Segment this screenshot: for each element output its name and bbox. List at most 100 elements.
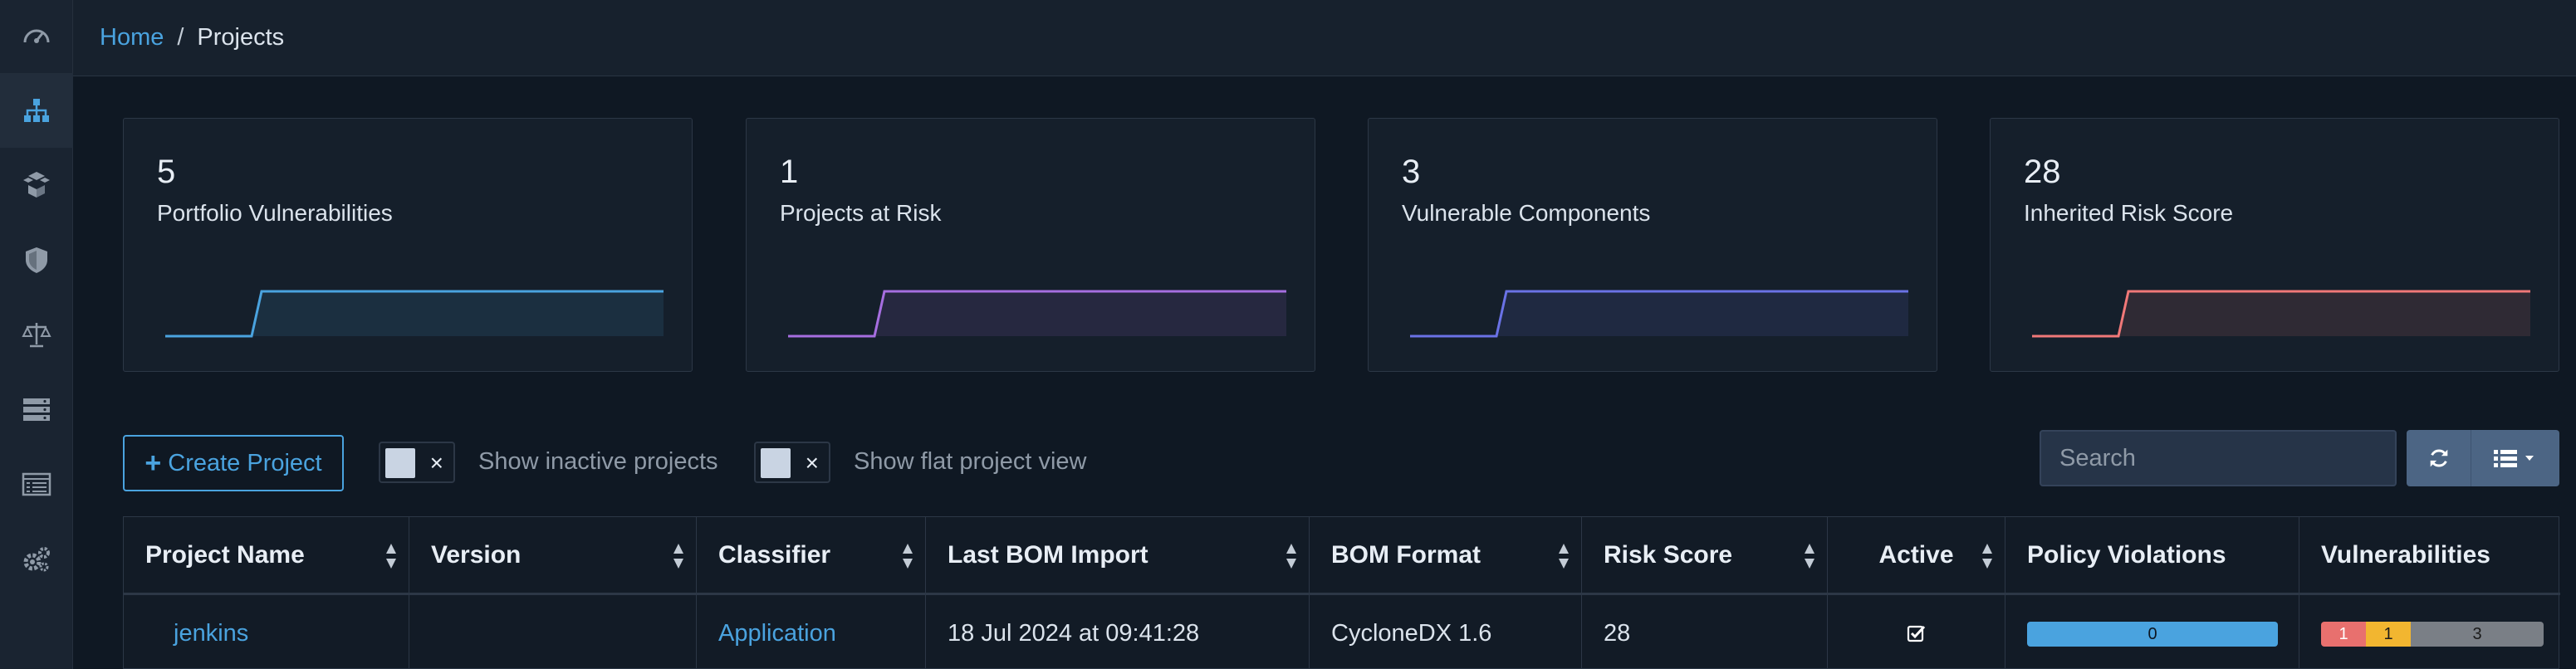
sparkline-chart: [1410, 290, 1908, 338]
table-row-bom-format: CycloneDX 1.6: [1310, 595, 1582, 669]
sparkline-area: [788, 291, 1286, 336]
vulnerabilities-icon: [26, 247, 47, 273]
table-row-policy-violations: 0: [2005, 595, 2299, 669]
policy-violations-bar: 0: [2027, 622, 2278, 647]
plus-icon: +: [144, 447, 162, 479]
breadcrumb-home-link[interactable]: Home: [100, 24, 164, 51]
sparkline-area: [165, 291, 664, 336]
column-header-bom-format[interactable]: BOM Format: [1310, 517, 1582, 595]
sidebar-item-licenses[interactable]: [0, 297, 73, 372]
create-project-label: Create Project: [168, 449, 322, 476]
vuln-high-count: 1: [2366, 622, 2411, 647]
card-value: 1: [780, 154, 799, 190]
column-header-label: Policy Violations: [2027, 540, 2226, 569]
last-bom-import-value: 18 Jul 2024 at 09:41:28: [948, 619, 1200, 647]
table-row-classifier[interactable]: Application: [697, 595, 926, 669]
sidebar-item-policy[interactable]: [0, 372, 73, 447]
card-portfolio-vulnerabilities: 5 Portfolio Vulnerabilities: [123, 118, 693, 372]
breadcrumb-current: Projects: [197, 24, 285, 51]
create-project-button[interactable]: + Create Project: [123, 435, 344, 491]
chevron-down-icon: [2525, 456, 2534, 461]
column-header-vulnerabilities[interactable]: Vulnerabilities: [2299, 517, 2560, 595]
sidebar-item-audit[interactable]: [0, 447, 73, 521]
column-header-label: BOM Format: [1331, 540, 1481, 569]
sparkline-area: [2032, 291, 2530, 336]
components-icon: [23, 172, 50, 198]
risk-score-value: 28: [1604, 619, 1631, 647]
settings-icon: [23, 547, 50, 572]
column-header-classifier[interactable]: Classifier: [697, 517, 926, 595]
sparkline-chart: [2032, 290, 2530, 338]
sidebar: [0, 0, 73, 669]
sidebar-item-vulnerabilities[interactable]: [0, 222, 73, 297]
card-projects-at-risk: 1 Projects at Risk: [746, 118, 1315, 372]
vuln-unassigned-count: 3: [2411, 622, 2544, 647]
card-value: 5: [157, 154, 176, 190]
columns-menu-button[interactable]: [2471, 430, 2559, 486]
card-label: Projects at Risk: [780, 200, 942, 226]
sidebar-item-projects[interactable]: [0, 73, 73, 148]
column-header-label: Risk Score: [1604, 540, 1733, 569]
toggle-knob: [761, 448, 791, 478]
column-header-policy-violations[interactable]: Policy Violations: [2005, 517, 2299, 595]
vulnerabilities-bar: 1 1 3: [2321, 622, 2544, 647]
show-inactive-toggle[interactable]: ×: [379, 442, 455, 483]
card-value: 3: [1402, 154, 1421, 190]
card-label: Inherited Risk Score: [2024, 200, 2234, 226]
projects-table: Project Name Version Classifier Last BOM…: [123, 516, 2560, 669]
column-header-label: Classifier: [718, 540, 831, 569]
table-row-risk-score: 28: [1582, 595, 1828, 669]
card-label: Vulnerable Components: [1402, 200, 1651, 226]
column-header-active[interactable]: Active: [1828, 517, 2005, 595]
sidebar-item-components[interactable]: [0, 148, 73, 222]
close-icon: ×: [429, 450, 443, 476]
audit-icon: [22, 472, 51, 496]
sparkline-chart: [788, 290, 1286, 338]
checkbox-checked-icon: [1907, 625, 1925, 642]
table-row-version: [409, 595, 697, 669]
bom-format-value: CycloneDX 1.6: [1331, 619, 1492, 647]
column-header-last-bom-import[interactable]: Last BOM Import: [926, 517, 1310, 595]
classifier-link[interactable]: Application: [718, 620, 836, 647]
licenses-icon: [22, 323, 51, 348]
sort-icon: [386, 544, 396, 569]
sort-icon: [1805, 544, 1814, 569]
card-label: Portfolio Vulnerabilities: [157, 200, 393, 226]
sort-icon: [1559, 544, 1569, 569]
sidebar-item-settings[interactable]: [0, 521, 73, 596]
card-vulnerable-components: 3 Vulnerable Components: [1368, 118, 1937, 372]
dashboard-icon: [23, 29, 50, 43]
project-name-link[interactable]: jenkins: [174, 620, 248, 647]
sparkline-chart: [165, 290, 664, 338]
sort-icon: [903, 544, 913, 569]
policy-violations-count: 0: [2147, 624, 2157, 643]
table-row-project-name[interactable]: jenkins: [124, 595, 409, 669]
breadcrumb: Home / Projects: [73, 0, 2576, 76]
show-flat-label: Show flat project view: [854, 448, 1087, 475]
column-header-project-name[interactable]: Project Name: [124, 517, 409, 595]
policy-icon: [23, 398, 50, 421]
sort-icon: [673, 544, 683, 569]
table-row-last-bom-import: 18 Jul 2024 at 09:41:28: [926, 595, 1310, 669]
show-inactive-label: Show inactive projects: [478, 448, 718, 475]
vuln-critical-count: 1: [2321, 622, 2366, 647]
refresh-button[interactable]: [2407, 430, 2471, 486]
search-input[interactable]: [2040, 430, 2397, 486]
column-header-label: Version: [431, 540, 522, 569]
column-header-label: Vulnerabilities: [2321, 540, 2490, 569]
breadcrumb-separator: /: [177, 24, 184, 51]
column-header-label: Last BOM Import: [948, 540, 1148, 569]
column-header-label: Project Name: [145, 540, 305, 569]
sparkline-area: [1410, 291, 1908, 336]
sort-icon: [1982, 544, 1992, 569]
show-flat-toggle[interactable]: ×: [754, 442, 830, 483]
table-row-active: [1828, 595, 2005, 669]
refresh-icon: [2430, 449, 2447, 467]
column-header-version[interactable]: Version: [409, 517, 697, 595]
sidebar-item-dashboard[interactable]: [0, 0, 73, 75]
close-icon: ×: [805, 450, 819, 476]
list-columns-icon: [2494, 450, 2534, 467]
sort-icon: [1286, 544, 1296, 569]
column-header-risk-score[interactable]: Risk Score: [1582, 517, 1828, 595]
projects-icon: [24, 99, 49, 122]
